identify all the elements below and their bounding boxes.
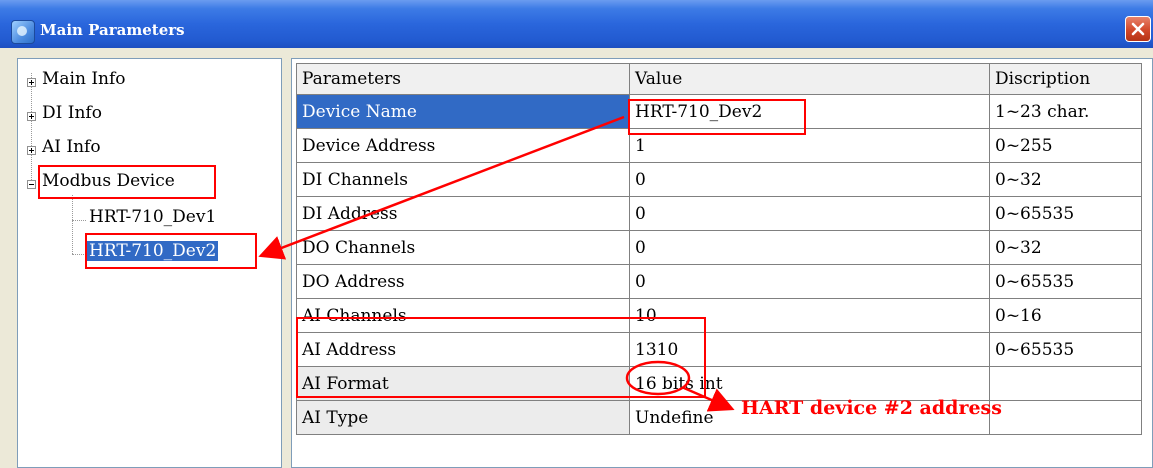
highlight-ai-address-value — [625, 360, 691, 396]
annotation-arrow — [683, 386, 735, 412]
main-parameters-window: Main Parameters Main Info DI Info AI Inf… — [0, 0, 1153, 468]
annotation-arrow — [258, 115, 625, 260]
annotation-label: HART device #2 address — [741, 397, 1002, 419]
